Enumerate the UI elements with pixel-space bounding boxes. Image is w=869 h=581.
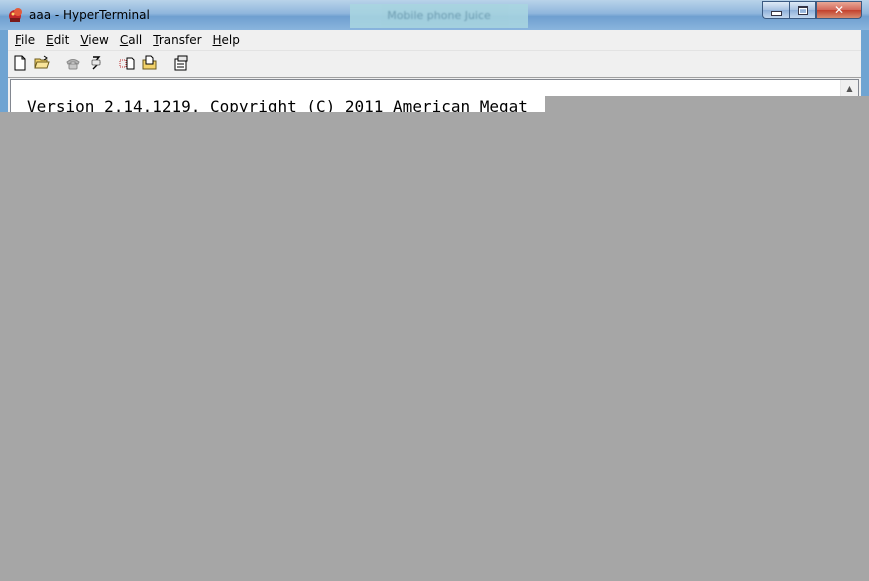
- title-bar[interactable]: Mobile phone Juice aaa - HyperTerminal ✕: [0, 0, 869, 30]
- menu-bar: File Edit View Call Transfer Help: [8, 30, 861, 51]
- send-button[interactable]: [118, 54, 136, 72]
- receive-file-icon: [142, 55, 157, 70]
- close-button[interactable]: ✕: [816, 1, 862, 19]
- minimize-icon: [770, 10, 782, 16]
- menu-help[interactable]: Help: [209, 30, 244, 50]
- maximize-icon: [797, 5, 808, 15]
- properties-button[interactable]: [172, 54, 190, 72]
- background-window-title: Mobile phone Juice: [350, 4, 528, 28]
- new-connection-button[interactable]: [11, 54, 29, 72]
- menu-edit[interactable]: Edit: [42, 30, 73, 50]
- close-icon: ✕: [833, 3, 845, 17]
- window-title: aaa - HyperTerminal: [29, 8, 150, 22]
- menu-file[interactable]: File: [11, 30, 39, 50]
- send-file-icon: [119, 57, 135, 70]
- maximize-button[interactable]: [789, 1, 816, 19]
- menu-view[interactable]: View: [76, 30, 112, 50]
- call-button[interactable]: [64, 54, 82, 72]
- minimize-button[interactable]: [762, 1, 789, 19]
- new-document-icon: [14, 55, 26, 71]
- properties-icon: [174, 55, 188, 71]
- phone-connect-icon: [66, 59, 80, 70]
- redaction-overlay-right: [545, 96, 869, 581]
- receive-button[interactable]: [141, 54, 159, 72]
- hyperterminal-app-icon[interactable]: [7, 6, 25, 24]
- disconnect-button[interactable]: [87, 54, 105, 72]
- menu-call[interactable]: Call: [116, 30, 146, 50]
- open-button[interactable]: [33, 54, 51, 72]
- scroll-up-button[interactable]: ▲: [841, 80, 858, 97]
- toolbar: [8, 51, 861, 78]
- phone-disconnect-icon: [91, 56, 101, 70]
- chevron-up-icon: ▲: [846, 84, 853, 93]
- menu-transfer[interactable]: Transfer: [149, 30, 205, 50]
- caption-buttons: ✕: [762, 1, 862, 21]
- open-folder-icon: [34, 55, 50, 69]
